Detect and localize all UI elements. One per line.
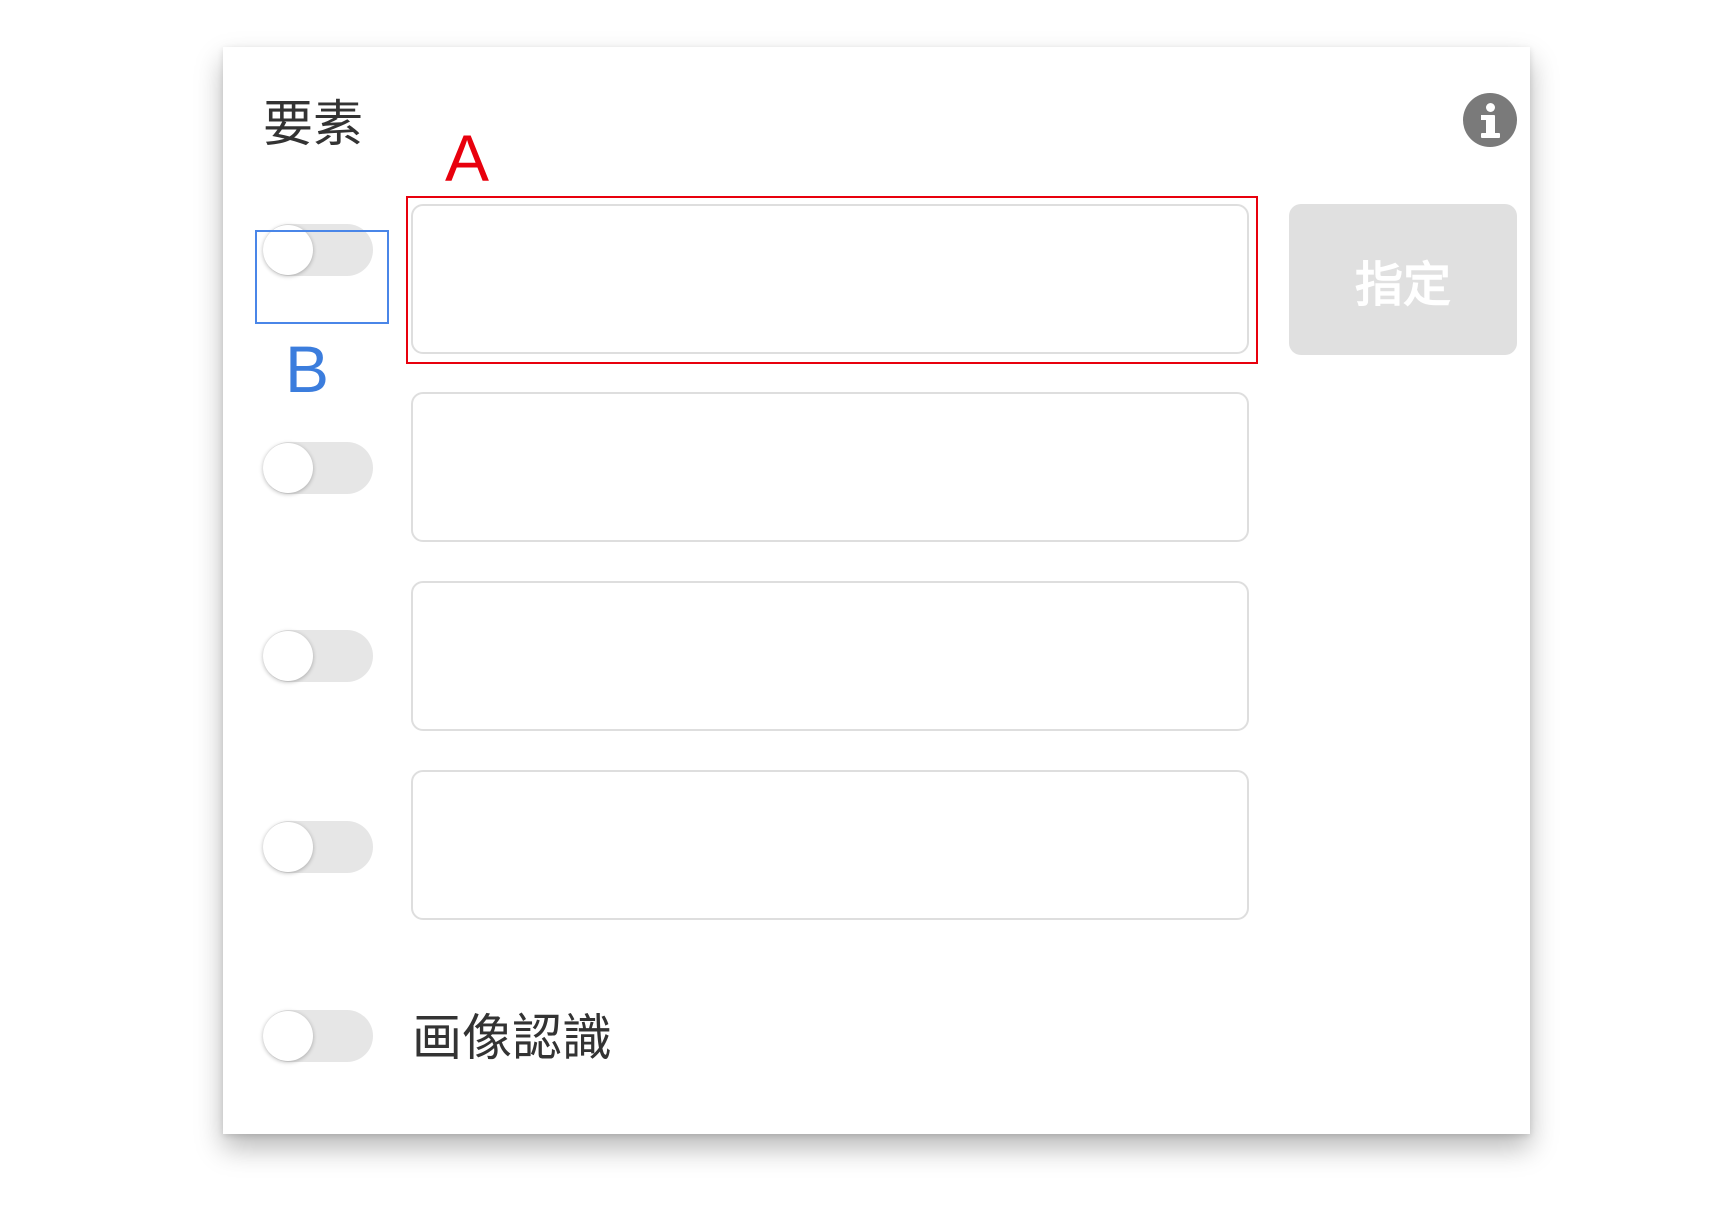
element-panel: 要素 指定 画像認識	[223, 47, 1530, 1134]
element-toggle-1[interactable]	[263, 224, 373, 276]
element-toggle-2[interactable]	[263, 442, 373, 494]
element-field-2[interactable]	[411, 392, 1249, 542]
panel-title: 要素	[263, 95, 363, 153]
annotation-label-a: A	[445, 121, 490, 195]
info-icon[interactable]	[1463, 93, 1517, 147]
toggle-knob	[263, 443, 313, 493]
toggle-knob	[263, 225, 313, 275]
designate-button[interactable]: 指定	[1289, 204, 1517, 355]
info-icon-dot	[1486, 103, 1495, 112]
toggle-knob	[263, 1011, 313, 1061]
element-field-1[interactable]	[411, 204, 1249, 354]
element-field-4[interactable]	[411, 770, 1249, 920]
info-icon-base	[1481, 133, 1500, 138]
element-field-3[interactable]	[411, 581, 1249, 731]
annotation-label-b: B	[285, 332, 330, 406]
image-recognition-label: 画像認識	[412, 1009, 612, 1067]
image-recognition-toggle[interactable]	[263, 1010, 373, 1062]
element-toggle-4[interactable]	[263, 821, 373, 873]
toggle-knob	[263, 631, 313, 681]
element-toggle-3[interactable]	[263, 630, 373, 682]
toggle-knob	[263, 822, 313, 872]
